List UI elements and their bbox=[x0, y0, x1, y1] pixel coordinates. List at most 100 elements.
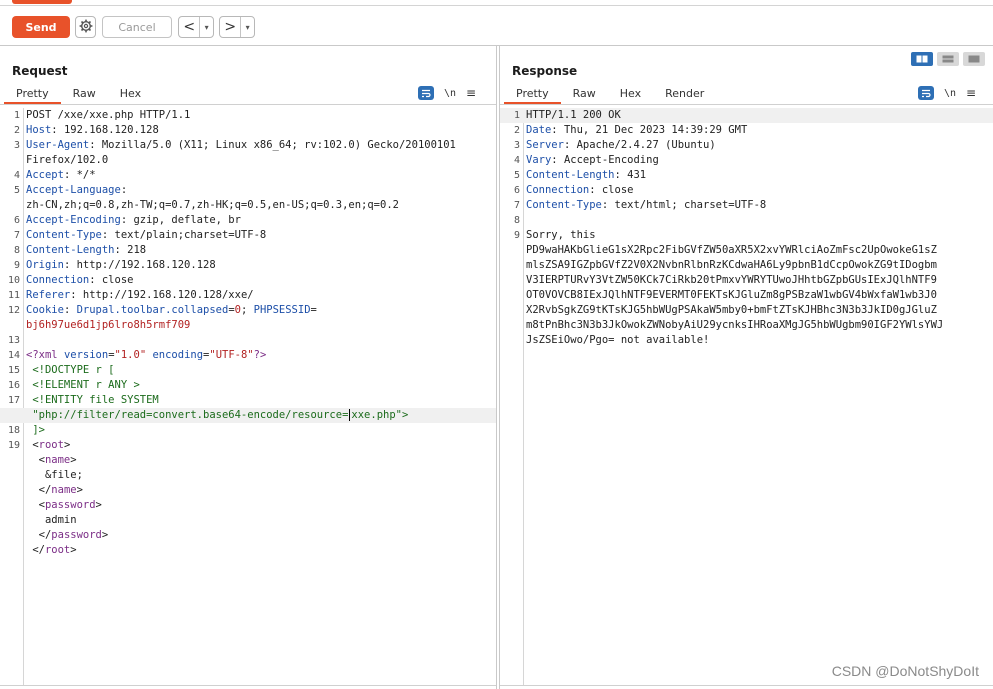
word-wrap-icon[interactable] bbox=[418, 86, 434, 100]
line-number: 11 bbox=[7, 290, 20, 301]
code-token: </ bbox=[26, 544, 45, 556]
code-token: zh-CN,zh;q=0.8,zh-TW;q=0.7,zh-HK;q=0.5,e… bbox=[26, 199, 399, 211]
code-line: 9 Sorry, this bbox=[500, 228, 993, 243]
tab-render[interactable]: Render bbox=[653, 84, 716, 104]
code-token: OT0VOVCB8IExJQlhNTF9EVERMT0FEKTsKJGluZm8… bbox=[526, 289, 937, 301]
code-token: </ bbox=[26, 529, 52, 541]
code-line: 15 <!DOCTYPE r [ bbox=[0, 363, 496, 378]
send-button[interactable]: Send bbox=[12, 16, 70, 38]
code-token: Connection bbox=[526, 184, 590, 196]
code-line: 9 Origin: http://192.168.120.128 bbox=[0, 258, 496, 273]
watermark: CSDN @DoNotShyDoIt bbox=[831, 663, 979, 679]
code-text: Content-Length: 431 bbox=[526, 168, 981, 183]
code-text: zh-CN,zh;q=0.8,zh-TW;q=0.7,zh-HK;q=0.5,e… bbox=[26, 198, 484, 213]
caret-down-icon[interactable]: ▾ bbox=[241, 23, 254, 32]
code-token: : http://192.168.120.128 bbox=[63, 259, 216, 271]
split-rows-icon[interactable] bbox=[937, 52, 959, 66]
line-number: 19 bbox=[7, 440, 20, 451]
split-columns-icon[interactable] bbox=[911, 52, 933, 66]
code-line: 3 User-Agent: Mozilla/5.0 (X11; Linux x86… bbox=[0, 138, 496, 153]
tab-pretty[interactable]: Pretty bbox=[4, 84, 61, 104]
code-token: Server bbox=[526, 139, 564, 151]
tab-pretty[interactable]: Pretty bbox=[504, 84, 561, 104]
code-token: not available! bbox=[614, 334, 710, 346]
word-wrap-icon[interactable] bbox=[918, 86, 934, 100]
gear-icon bbox=[79, 19, 93, 36]
code-line: PD9waHAKbGlieG1sX2Rpc2FibGVfZW50aXR5X2xv… bbox=[500, 243, 993, 258]
code-text: <root> bbox=[26, 438, 484, 453]
code-text: Date: Thu, 21 Dec 2023 14:39:29 GMT bbox=[526, 123, 981, 138]
code-text: OT0VOVCB8IExJQlhNTF9EVERMT0FEKTsKJGluZm8… bbox=[526, 288, 981, 303]
response-horizontal-scrollbar[interactable] bbox=[500, 685, 993, 689]
code-line: </root> bbox=[0, 543, 496, 558]
line-number: 17 bbox=[7, 395, 20, 406]
line-number: 7 bbox=[13, 230, 20, 241]
code-line: 5 Content-Length: 431 bbox=[500, 168, 993, 183]
code-token: : Accept-Encoding bbox=[551, 154, 659, 166]
code-text: Content-Length: 218 bbox=[26, 243, 484, 258]
code-token: admin bbox=[26, 514, 77, 526]
newline-toggle-icon[interactable]: \n bbox=[444, 88, 456, 99]
tab-hex[interactable]: Hex bbox=[108, 84, 153, 104]
request-horizontal-scrollbar[interactable] bbox=[0, 685, 496, 689]
line-number: 9 bbox=[513, 230, 520, 241]
forward-button[interactable]: > ▾ bbox=[219, 16, 255, 38]
code-token: Connection bbox=[26, 274, 90, 286]
code-token: : 192.168.120.128 bbox=[51, 124, 159, 136]
code-token: > bbox=[95, 499, 102, 511]
code-text: "php://filter/read=convert.base64-encode… bbox=[26, 408, 484, 423]
code-token: < bbox=[26, 454, 45, 466]
line-number: 5 bbox=[13, 185, 20, 196]
code-line: 2 Date: Thu, 21 Dec 2023 14:39:29 GMT bbox=[500, 123, 993, 138]
code-line: 1 HTTP/1.1 200 OK bbox=[500, 108, 993, 123]
single-pane-icon[interactable] bbox=[963, 52, 985, 66]
back-button[interactable]: < ▾ bbox=[178, 16, 214, 38]
code-line: 2 Host: 192.168.120.128 bbox=[0, 123, 496, 138]
chevron-left-icon[interactable]: < bbox=[179, 17, 201, 37]
line-number: 8 bbox=[13, 245, 20, 256]
chevron-right-icon[interactable]: > bbox=[220, 17, 242, 37]
code-line: 11 Referer: http://192.168.120.128/xxe/ bbox=[0, 288, 496, 303]
code-token: Accept-Encoding bbox=[26, 214, 121, 226]
tab-hex[interactable]: Hex bbox=[608, 84, 653, 104]
hamburger-menu-icon[interactable]: ≡ bbox=[466, 86, 476, 100]
code-line: &file; bbox=[0, 468, 496, 483]
tab-raw[interactable]: Raw bbox=[561, 84, 608, 104]
code-text: &file; bbox=[26, 468, 484, 483]
response-editor[interactable]: 1 HTTP/1.1 200 OK 2 Date: Thu, 21 Dec 2023 … bbox=[500, 108, 993, 685]
code-text: </password> bbox=[26, 528, 484, 543]
request-editor[interactable]: 1 POST /xxe/xxe.php HTTP/1.1 2 Host: 192.16… bbox=[0, 108, 496, 685]
code-token: "php://filter/read=convert.base64-encode… bbox=[26, 409, 349, 421]
code-token: password bbox=[44, 499, 96, 511]
cancel-button[interactable]: Cancel bbox=[102, 16, 172, 38]
hamburger-menu-icon[interactable]: ≡ bbox=[966, 86, 976, 100]
code-text: HTTP/1.1 200 OK bbox=[526, 108, 981, 123]
code-token: Accept bbox=[26, 169, 64, 181]
line-number: 4 bbox=[513, 155, 520, 166]
newline-toggle-icon[interactable]: \n bbox=[944, 88, 956, 99]
code-text: Firefox/102.0 bbox=[26, 153, 484, 168]
settings-button[interactable] bbox=[75, 16, 96, 38]
code-text: Sorry, this bbox=[526, 228, 981, 243]
tab-raw[interactable]: Raw bbox=[61, 84, 108, 104]
code-token: X2RvbSgkZG9tKTsKJG5hbWUgPSAkaW5mby0+bmFt… bbox=[526, 304, 937, 316]
code-line: bj6h97ue6d1jp6lro8h5rmf709 bbox=[0, 318, 496, 333]
code-text: Server: Apache/2.4.27 (Ubuntu) bbox=[526, 138, 981, 153]
line-number: 6 bbox=[13, 215, 20, 226]
code-line: V3IERPTURvY3VtZW50KCk7CiRkb20tPmxvYWRYTU… bbox=[500, 273, 993, 288]
code-text: Accept-Encoding: gzip, deflate, br bbox=[26, 213, 484, 228]
request-title: Request bbox=[12, 64, 68, 78]
code-token: Content-Length bbox=[26, 244, 115, 256]
code-token: password bbox=[51, 529, 102, 541]
code-line: </name> bbox=[0, 483, 496, 498]
request-lines: 1 POST /xxe/xxe.php HTTP/1.1 2 Host: 192.16… bbox=[0, 108, 496, 558]
code-token: Referer bbox=[26, 289, 71, 301]
response-editor-tools: \n ≡ bbox=[918, 86, 976, 100]
code-text: Accept: */* bbox=[26, 168, 484, 183]
code-token: root bbox=[44, 544, 71, 556]
code-line: 3 Server: Apache/2.4.27 (Ubuntu) bbox=[500, 138, 993, 153]
code-token: Host bbox=[26, 124, 52, 136]
line-number: 4 bbox=[13, 170, 20, 181]
caret-down-icon[interactable]: ▾ bbox=[200, 23, 213, 32]
code-text: Connection: close bbox=[526, 183, 981, 198]
